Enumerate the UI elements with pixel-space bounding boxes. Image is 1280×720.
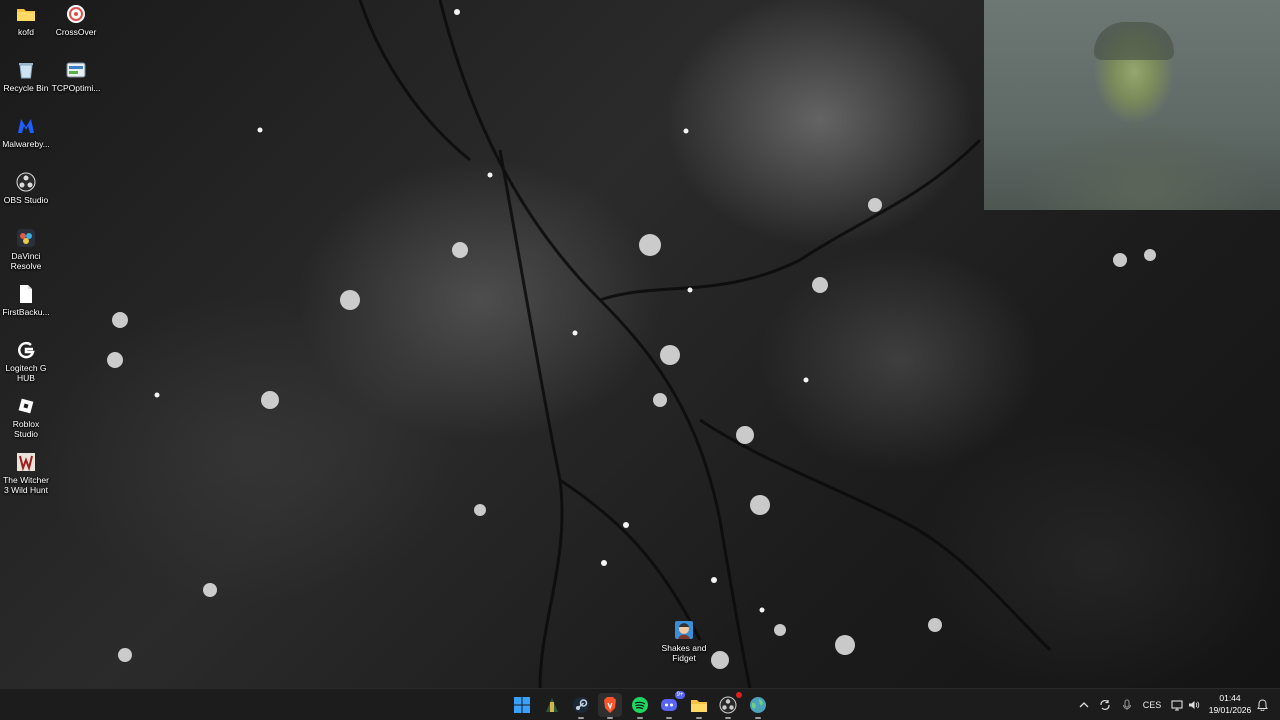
desktop-icon-recycle-bin[interactable]: Recycle Bin (0, 60, 52, 93)
desktop-icon-kofd[interactable]: kofd (0, 4, 52, 37)
shakes-and-fidget-icon (675, 621, 693, 639)
tray-language-button[interactable]: CES (1140, 689, 1164, 720)
taskbar-app-brave[interactable] (598, 693, 622, 719)
desktop-icon-roblox-studio[interactable]: Roblox Studio (0, 396, 52, 439)
desktop-icon-label: Roblox Studio (12, 419, 40, 439)
notification-bell-icon (1256, 699, 1268, 711)
discord-icon (661, 699, 677, 711)
malwarebytes-icon (18, 119, 34, 133)
file-explorer-icon (691, 700, 707, 712)
tray-notifications-button[interactable] (1254, 689, 1270, 720)
tray-sync-button[interactable] (1097, 689, 1113, 720)
desktop-icon-label: TCPOptimi... (51, 83, 101, 93)
desktop-icon-firstbackup[interactable]: FirstBacku... (0, 284, 52, 317)
taskbar-clock[interactable]: 01:44 19/01/2026 (1202, 692, 1258, 716)
desktop-icon-label: kofd (17, 27, 35, 37)
witcher-3-icon (17, 453, 35, 472)
desktop-icon-label: OBS Studio (3, 195, 49, 205)
crossover-icon (67, 5, 85, 23)
language-indicator: CES (1142, 700, 1162, 710)
desktop-icon-malwarebytes[interactable]: Malwareby... (0, 116, 52, 149)
taskbar-app-steam[interactable] (569, 693, 593, 719)
desktop-icon-label: CrossOver (55, 27, 97, 37)
desktop-icon-tcpoptimizer[interactable]: TCPOptimi... (50, 60, 102, 93)
taskbar-app-discord[interactable]: 9+ (657, 691, 685, 719)
desktop[interactable]: kofd CrossOver Recycle Bin TCPOptimi... … (0, 0, 1280, 688)
taskbar: 9+ CES 01:44 19/01/2026 (0, 688, 1280, 720)
desktop-icon-label: Malwareby... (2, 139, 50, 149)
steam-icon (573, 697, 589, 713)
brave-browser-icon (604, 697, 616, 713)
obs-studio-icon (719, 696, 737, 714)
clock-time: 01:44 (1219, 693, 1241, 703)
tray-microphone-button[interactable] (1119, 689, 1135, 720)
desktop-icon-label: Logitech G HUB (5, 363, 47, 383)
obs-studio-icon (16, 172, 36, 192)
desktop-icon-shakes-and-fidget[interactable]: Shakes and Fidget (658, 620, 710, 663)
taskbar-app-game[interactable] (540, 693, 564, 717)
desktop-icon-witcher-3[interactable]: The Witcher 3 Wild Hunt (0, 452, 52, 495)
network-icon (1171, 700, 1183, 711)
clock-date: 19/01/2026 (1208, 705, 1252, 715)
desktop-icon-label: DaVinci Resolve (10, 251, 42, 271)
microphone-icon (1123, 699, 1131, 710)
tray-overflow-button[interactable] (1076, 689, 1092, 720)
recycle-bin-icon (19, 63, 33, 79)
logitech-g-hub-icon (18, 341, 35, 359)
tray-volume-button[interactable] (1186, 689, 1202, 720)
desktop-icon-label: The Witcher 3 Wild Hunt (3, 475, 49, 495)
davinci-resolve-icon (17, 229, 35, 247)
desktop-icon-label: Recycle Bin (3, 83, 49, 93)
recording-indicator (736, 692, 742, 698)
webcam-overlay (984, 0, 1280, 210)
taskbar-app-file-explorer[interactable] (687, 693, 711, 719)
roblox-studio-icon (18, 398, 34, 414)
spotify-icon (632, 697, 648, 713)
speaker-icon (1189, 701, 1200, 709)
desktop-icon-crossover[interactable]: CrossOver (50, 4, 102, 37)
game-launcher-icon (546, 698, 558, 712)
file-icon (20, 285, 32, 303)
desktop-icon-label: Shakes and Fidget (661, 643, 707, 663)
tcpoptimizer-icon (66, 62, 86, 78)
taskbar-app-obs-studio[interactable] (716, 692, 742, 719)
desktop-icon-label: FirstBacku... (2, 307, 50, 317)
globe-icon (750, 697, 766, 713)
desktop-icon-davinci-resolve[interactable]: DaVinci Resolve (0, 228, 52, 271)
chevron-up-icon (1079, 702, 1089, 708)
taskbar-app-browser[interactable] (746, 693, 770, 719)
tray-network-button[interactable] (1169, 689, 1185, 720)
windows-start-icon (514, 697, 530, 713)
desktop-icon-obs-studio[interactable]: OBS Studio (0, 172, 52, 205)
taskbar-start-button[interactable] (510, 693, 534, 717)
notification-badge: 9+ (675, 691, 685, 699)
webcam-person (1094, 22, 1174, 60)
desktop-icon-logitech-g-hub[interactable]: Logitech G HUB (0, 340, 52, 383)
taskbar-app-spotify[interactable] (628, 693, 652, 719)
sync-icon (1100, 700, 1110, 710)
folder-icon (17, 9, 35, 21)
